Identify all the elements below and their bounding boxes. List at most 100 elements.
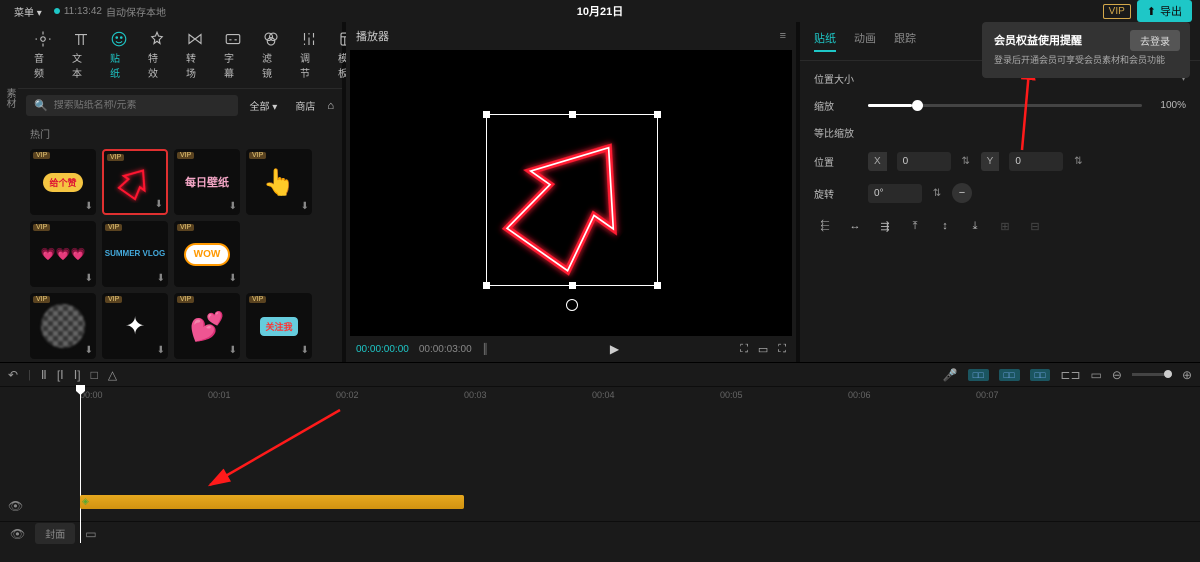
tab-caption[interactable]: 字幕 xyxy=(214,26,252,84)
selection-box[interactable] xyxy=(486,114,658,286)
download-icon[interactable]: ⬇ xyxy=(155,199,163,210)
resize-handle[interactable] xyxy=(654,111,661,118)
sticker-item[interactable]: VIP💗💗💗⬇ xyxy=(30,221,96,287)
rotate-input[interactable] xyxy=(868,184,922,203)
stepper-icon[interactable]: ⇅ xyxy=(1073,156,1083,167)
track-lock-icon[interactable]: 👁 xyxy=(10,527,25,541)
autosave-status: 11:13:42 自动保存本地 xyxy=(54,4,166,19)
export-button[interactable]: ⬆ 导出 xyxy=(1137,0,1192,22)
track-visibility-icon[interactable]: 👁 xyxy=(8,499,23,513)
props-tab-track[interactable]: 跟踪 xyxy=(894,30,916,52)
chip-icon[interactable]: □□ xyxy=(1030,369,1051,381)
tab-filter[interactable]: 滤镜 xyxy=(252,26,290,84)
align-top-icon[interactable]: ⤒ xyxy=(904,215,926,237)
scale-slider[interactable] xyxy=(868,104,1142,107)
fullscreen-icon[interactable]: ⛶ xyxy=(778,343,786,356)
tab-transition[interactable]: 转场 xyxy=(176,26,214,84)
timeline-body[interactable]: 00:00 00:01 00:02 00:03 00:04 00:05 00:0… xyxy=(0,387,1200,521)
sticker-item[interactable]: VIP⬇ xyxy=(30,293,96,359)
tab-sticker[interactable]: 贴纸 xyxy=(100,26,138,84)
props-tab-sticker[interactable]: 贴纸 xyxy=(814,30,836,52)
pos-y-input[interactable] xyxy=(1009,152,1063,171)
zoom-in-icon[interactable]: ⊕ xyxy=(1182,368,1192,382)
search-input[interactable] xyxy=(54,100,230,111)
category-all[interactable]: 全部 ▾ xyxy=(244,96,284,115)
ratio-icon[interactable]: ⛶ xyxy=(740,343,748,356)
sticker-item-selected[interactable]: VIP⬇ xyxy=(102,149,168,215)
download-icon[interactable]: ⬇ xyxy=(229,201,237,212)
rotate-reset-icon[interactable]: − xyxy=(952,183,972,203)
sticker-item[interactable]: VIPSUMMER VLOG⬇ xyxy=(102,221,168,287)
preview-canvas[interactable] xyxy=(350,50,792,336)
category-shop[interactable]: 商店 xyxy=(289,96,321,115)
timeline-clip[interactable]: ◈ xyxy=(80,495,464,509)
tab-audio[interactable]: 音频 xyxy=(24,26,62,84)
play-button[interactable]: ▶ xyxy=(499,342,730,356)
sticker-item[interactable]: VIP给个赞⬇ xyxy=(30,149,96,215)
shop-icon[interactable]: ⌂ xyxy=(327,100,334,112)
download-icon[interactable]: ⬇ xyxy=(229,345,237,356)
props-tab-anim[interactable]: 动画 xyxy=(854,30,876,52)
download-icon[interactable]: ⬇ xyxy=(157,345,165,356)
download-icon[interactable]: ⬇ xyxy=(301,345,309,356)
delete-icon[interactable]: □ xyxy=(91,368,98,382)
search-box[interactable]: 🔍 xyxy=(26,95,238,116)
login-button[interactable]: 去登录 xyxy=(1130,30,1180,51)
sticker-item[interactable]: VIP👆⬇ xyxy=(246,149,312,215)
sticker-item[interactable]: VIP每日壁纸⬇ xyxy=(174,149,240,215)
download-icon[interactable]: ⬇ xyxy=(157,273,165,284)
zoom-slider-icon[interactable]: ║ xyxy=(482,344,489,355)
cover-button[interactable]: 封面 xyxy=(35,523,75,544)
download-icon[interactable]: ⬇ xyxy=(85,273,93,284)
download-icon[interactable]: ⬇ xyxy=(229,273,237,284)
aspect-label: 等比缩放 xyxy=(814,125,858,140)
download-icon[interactable]: ⬇ xyxy=(301,201,309,212)
chip-icon[interactable]: □□ xyxy=(999,369,1020,381)
pos-x-input[interactable] xyxy=(897,152,951,171)
resize-handle[interactable] xyxy=(483,282,490,289)
align-center-h-icon[interactable]: ↔ xyxy=(844,215,866,237)
split-icon[interactable]: Ⅱ xyxy=(41,368,47,382)
tab-adjust-label: 调节 xyxy=(300,50,318,80)
magnet-icon[interactable]: ⊏⊐ xyxy=(1060,368,1080,382)
preview-menu-icon[interactable]: ≡ xyxy=(780,30,786,42)
mic-icon[interactable]: 🎤 xyxy=(943,368,958,382)
zoom-out-icon[interactable]: ⊖ xyxy=(1112,368,1122,382)
playhead[interactable] xyxy=(80,387,81,543)
download-icon[interactable]: ⬇ xyxy=(85,201,93,212)
vip-badge[interactable]: VIP xyxy=(1103,4,1131,19)
zoom-slider[interactable] xyxy=(1132,373,1172,376)
side-tab-material[interactable]: 素材 xyxy=(0,82,19,114)
resize-handle[interactable] xyxy=(569,111,576,118)
stepper-icon[interactable]: ⇅ xyxy=(932,188,942,199)
download-icon[interactable]: ⬇ xyxy=(85,345,93,356)
menu-button[interactable]: 菜单 ▾ xyxy=(8,2,48,21)
vip-icon: VIP xyxy=(33,224,50,231)
resize-handle[interactable] xyxy=(569,282,576,289)
adjust-icon[interactable]: △ xyxy=(108,368,117,382)
sticker-item[interactable]: VIP💕⬇ xyxy=(174,293,240,359)
link-icon[interactable]: ▭ xyxy=(1091,368,1102,382)
resize-handle[interactable] xyxy=(654,282,661,289)
trim-right-icon[interactable]: Ⅰ] xyxy=(74,368,81,382)
autosave-time: 11:13:42 xyxy=(64,6,102,17)
resize-handle[interactable] xyxy=(483,111,490,118)
sticker-item[interactable]: VIP✦⬇ xyxy=(102,293,168,359)
trim-left-icon[interactable]: [Ⅰ xyxy=(57,368,64,382)
tab-adjust[interactable]: 调节 xyxy=(290,26,328,84)
track-menu-icon[interactable]: ▭ xyxy=(85,527,96,541)
tab-effect[interactable]: 特效 xyxy=(138,26,176,84)
chip-icon[interactable]: □□ xyxy=(968,369,989,381)
align-center-v-icon[interactable]: ↕ xyxy=(934,215,956,237)
sticker-item[interactable]: VIPWOW⬇ xyxy=(174,221,240,287)
rotate-handle[interactable] xyxy=(566,299,578,311)
align-bottom-icon[interactable]: ⤓ xyxy=(964,215,986,237)
align-right-icon[interactable]: ⇶ xyxy=(874,215,896,237)
tab-text[interactable]: 文本 xyxy=(62,26,100,84)
undo-icon[interactable]: ↶ xyxy=(8,368,18,382)
stepper-icon[interactable]: ⇅ xyxy=(961,156,971,167)
sticker-item[interactable]: VIP关注我⬇ xyxy=(246,293,312,359)
resolution-icon[interactable]: ▭ xyxy=(758,343,768,356)
align-left-icon[interactable]: ⬱ xyxy=(814,215,836,237)
timeline-ruler[interactable]: 00:00 00:01 00:02 00:03 00:04 00:05 00:0… xyxy=(80,387,1200,405)
